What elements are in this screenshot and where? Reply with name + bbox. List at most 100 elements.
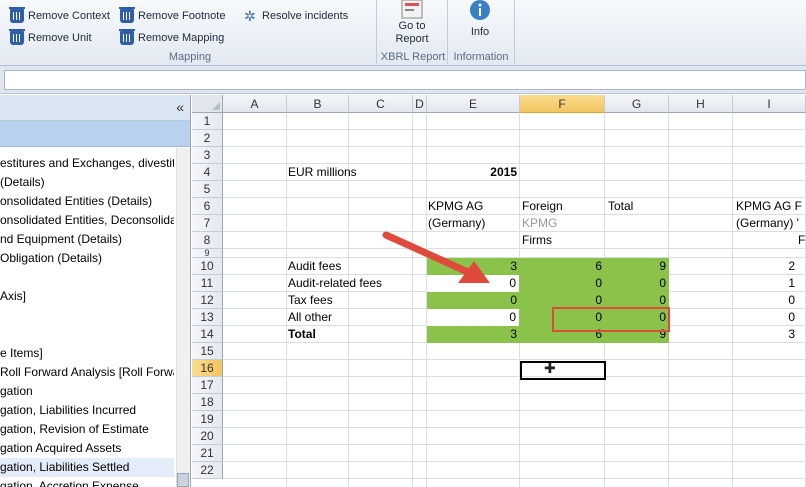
- column-header-H[interactable]: H: [669, 95, 733, 113]
- column-header-G[interactable]: G: [605, 95, 669, 113]
- spreadsheet: ABCDEFGHI 1 2 3 4 5 6 7 8 9 10 11 12 13 14 15 16 17 18 19 2…: [192, 95, 806, 487]
- tree-item[interactable]: Axis]: [0, 287, 174, 306]
- row-header-10[interactable]: 10: [192, 258, 223, 275]
- cell-E14[interactable]: 3: [427, 326, 520, 343]
- cell-B4[interactable]: EUR millions: [288, 164, 357, 181]
- active-cell-F16[interactable]: ✚: [520, 360, 606, 380]
- cell-I7[interactable]: (Germany) ': [736, 215, 799, 232]
- row-header-19[interactable]: 19: [192, 411, 223, 428]
- remove-footnote-label: Remove Footnote: [138, 10, 226, 22]
- remove-unit-button[interactable]: Remove Unit: [9, 29, 92, 47]
- grid-line: [223, 129, 806, 130]
- row-header-12[interactable]: 12: [192, 292, 223, 309]
- tree-item[interactable]: nd Equipment (Details): [0, 230, 174, 249]
- tree-item[interactable]: gation, Liabilities Settled: [0, 458, 174, 477]
- row-header-2[interactable]: 2: [192, 130, 223, 147]
- row-header-13[interactable]: 13: [192, 309, 223, 326]
- cell-E12[interactable]: 0: [427, 292, 520, 309]
- remove-footnote-button[interactable]: Remove Footnote: [119, 7, 226, 25]
- collapse-icon[interactable]: «: [176, 99, 184, 115]
- tree-item[interactable]: gation: [0, 382, 174, 401]
- grid-line: [223, 146, 806, 147]
- row-label[interactable]: Total: [288, 326, 426, 343]
- cell-I13[interactable]: 0: [733, 309, 798, 326]
- column-header-D[interactable]: D: [413, 95, 427, 113]
- column-header-E[interactable]: E: [427, 95, 520, 113]
- ribbon-separator: [514, 0, 515, 64]
- cell-F11[interactable]: 0: [520, 275, 605, 292]
- tree-item[interactable]: onsolidated Entities, Deconsolidati: [0, 211, 174, 230]
- tree-item[interactable]: gation, Revision of Estimate: [0, 420, 174, 439]
- row-header-15[interactable]: 15: [192, 343, 223, 360]
- row-header-3[interactable]: 3: [192, 147, 223, 164]
- row-header-6[interactable]: 6: [192, 198, 223, 215]
- tree-item[interactable]: onsolidated Entities (Details): [0, 192, 174, 211]
- row-label[interactable]: All other: [288, 309, 426, 326]
- row-header-5[interactable]: 5: [192, 181, 223, 198]
- row-header-14[interactable]: 14: [192, 326, 223, 343]
- annotation-arrow-icon: [382, 231, 490, 283]
- cell-F8[interactable]: Firms: [522, 232, 552, 249]
- cell-E4[interactable]: 2015: [426, 164, 520, 181]
- report-icon: [401, 0, 423, 19]
- column-header-A[interactable]: A: [223, 95, 287, 113]
- tree-item[interactable]: gation Acquired Assets: [0, 439, 174, 458]
- cell-I10[interactable]: 2: [733, 258, 798, 275]
- cell-G6[interactable]: Total: [608, 198, 633, 215]
- row-header-8[interactable]: 8: [192, 232, 223, 249]
- tree-item[interactable]: gation, Accretion Expense: [0, 477, 174, 487]
- cell-J8[interactable]: F: [798, 232, 805, 249]
- row-header-4[interactable]: 4: [192, 164, 223, 181]
- row-header-7[interactable]: 7: [192, 215, 223, 232]
- group-mapping-label: Mapping: [168, 51, 212, 63]
- row-header-11[interactable]: 11: [192, 275, 223, 292]
- cell-I6[interactable]: KPMG AG F: [736, 198, 802, 215]
- info-icon: [470, 0, 490, 20]
- info-button[interactable]: Info: [456, 0, 504, 39]
- cell-I12[interactable]: 0: [733, 292, 798, 309]
- column-header-B[interactable]: B: [287, 95, 349, 113]
- cell-F7[interactable]: KPMG: [522, 215, 557, 232]
- tree-item[interactable]: estitures and Exchanges, divestiture: [0, 154, 174, 173]
- row-header-18[interactable]: 18: [192, 394, 223, 411]
- cross-cursor-icon: ✚: [544, 360, 556, 376]
- grid-line: [223, 359, 806, 360]
- cell-F6[interactable]: Foreign: [522, 198, 563, 215]
- remove-context-button[interactable]: Remove Context: [9, 7, 110, 25]
- tree-item[interactable]: [0, 268, 174, 287]
- select-all-corner[interactable]: [192, 95, 223, 113]
- scrollbar-thumb[interactable]: [177, 473, 189, 487]
- tree-item[interactable]: [0, 325, 174, 344]
- grid-line: [223, 444, 806, 445]
- cell-I11[interactable]: 1: [733, 275, 798, 292]
- tree-item[interactable]: Roll Forward Analysis [Roll Forward: [0, 363, 174, 382]
- row-header-16[interactable]: 16: [192, 360, 223, 377]
- row-header-20[interactable]: 20: [192, 428, 223, 445]
- row-header-9[interactable]: 9: [192, 249, 223, 258]
- column-header-I[interactable]: I: [733, 95, 806, 113]
- cell-F10[interactable]: 6: [520, 258, 605, 275]
- row-label[interactable]: Tax fees: [288, 292, 426, 309]
- tree-item[interactable]: (Details): [0, 173, 174, 192]
- column-header-C[interactable]: C: [349, 95, 413, 113]
- tree-item[interactable]: Obligation (Details): [0, 249, 174, 268]
- cell-E6[interactable]: KPMG AG: [428, 198, 483, 215]
- formula-input[interactable]: [4, 70, 806, 90]
- tree-item[interactable]: [0, 306, 174, 325]
- tree-item[interactable]: e Items]: [0, 344, 174, 363]
- row-header-21[interactable]: 21: [192, 445, 223, 462]
- row-header-22[interactable]: 22: [192, 462, 223, 479]
- cell-E13[interactable]: 0: [427, 309, 520, 326]
- cell-I14[interactable]: 3: [733, 326, 798, 343]
- cell-G11[interactable]: 0: [605, 275, 669, 292]
- cell-G10[interactable]: 9: [605, 258, 669, 275]
- go-to-report-button[interactable]: Go to Report: [384, 0, 440, 46]
- sidebar-selected-band: [0, 121, 190, 147]
- row-header-1[interactable]: 1: [192, 113, 223, 130]
- sidebar-scrollbar[interactable]: [176, 148, 190, 487]
- column-header-F[interactable]: F: [520, 95, 605, 113]
- row-header-17[interactable]: 17: [192, 377, 223, 394]
- resolve-incidents-button[interactable]: ✲ Resolve incidents: [244, 7, 348, 25]
- remove-mapping-button[interactable]: Remove Mapping: [119, 29, 224, 47]
- tree-item[interactable]: gation, Liabilities Incurred: [0, 401, 174, 420]
